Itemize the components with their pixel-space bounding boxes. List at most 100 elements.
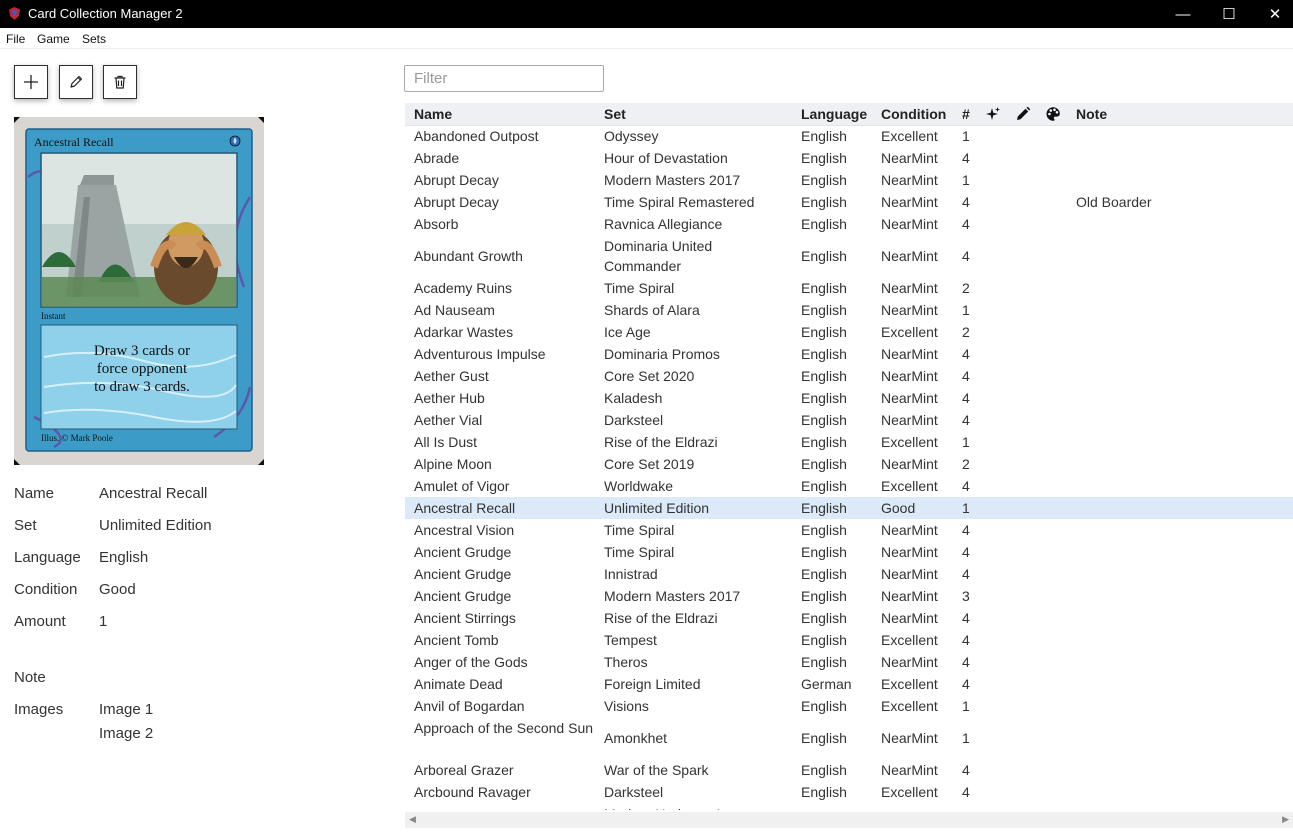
table-row[interactable]: Ancient Stirrings Rise of the Eldrazi Engl… bbox=[405, 607, 1293, 629]
card-art-artist: Illus. © Mark Poole bbox=[41, 433, 113, 443]
table-row[interactable]: Absorb Ravnica Allegiance English NearMint 4 bbox=[405, 213, 1293, 235]
cell-name: Arcbound Ravager bbox=[414, 784, 531, 800]
cell-language: English bbox=[801, 588, 847, 604]
cell-name: Aether Gust bbox=[414, 368, 489, 384]
sparkle-icon[interactable] bbox=[985, 106, 1001, 122]
card-art-rules-1: Draw 3 cards or bbox=[94, 343, 190, 359]
menu-file[interactable]: File bbox=[6, 32, 25, 46]
cell-condition: NearMint bbox=[881, 216, 938, 232]
table-row[interactable]: Amulet of Vigor Worldwake English Excellent… bbox=[405, 475, 1293, 497]
cell-amount: 4 bbox=[962, 762, 970, 778]
add-card-button[interactable] bbox=[14, 65, 48, 99]
palette-icon[interactable] bbox=[1045, 106, 1061, 122]
cell-set: Darksteel bbox=[604, 412, 664, 428]
cell-name: Academy Ruins bbox=[414, 280, 513, 296]
image-link-2[interactable]: Image 2 bbox=[99, 725, 153, 742]
cell-condition: Good bbox=[881, 500, 916, 516]
cell-condition: NearMint bbox=[881, 610, 938, 626]
cell-amount: 1 bbox=[962, 302, 970, 318]
table-row[interactable]: All Is Dust Rise of the Eldrazi English Exc… bbox=[405, 431, 1293, 453]
table-row[interactable]: Approach of the Second Sun Amonkhet Englis… bbox=[405, 717, 1293, 759]
cell-condition: NearMint bbox=[881, 566, 938, 582]
detail-label-images: Images bbox=[14, 701, 64, 718]
table-row[interactable]: Ancient Grudge Innistrad English NearMint 4 bbox=[405, 563, 1293, 585]
cell-name: Abandoned Outpost bbox=[414, 128, 539, 144]
cell-language: English bbox=[801, 762, 847, 778]
table-row[interactable]: Arboreal Grazer War of the Spark English Ne… bbox=[405, 759, 1293, 781]
table-row[interactable]: Anvil of Bogardan Visions English Excellent… bbox=[405, 695, 1293, 717]
table-row[interactable]: Alpine Moon Core Set 2019 English NearMint 2 bbox=[405, 453, 1293, 475]
menu-game[interactable]: Game bbox=[37, 32, 70, 46]
table-row[interactable]: Abrupt Decay Time Spiral Remastered Englis… bbox=[405, 191, 1293, 213]
filter-input[interactable] bbox=[404, 65, 604, 92]
minimize-button[interactable]: — bbox=[1160, 0, 1206, 28]
image-link-1[interactable]: Image 1 bbox=[99, 701, 153, 718]
cell-set: Modern Masters 2017 bbox=[604, 172, 741, 188]
cell-name: Aether Hub bbox=[414, 390, 485, 406]
cell-condition: Excellent bbox=[881, 478, 938, 494]
cell-set: Dominaria Promos bbox=[604, 346, 720, 362]
cell-condition: Excellent bbox=[881, 128, 938, 144]
header-name[interactable]: Name bbox=[414, 106, 452, 122]
header-note[interactable]: Note bbox=[1076, 106, 1107, 122]
delete-card-button[interactable] bbox=[103, 65, 137, 99]
table-row[interactable]: Adventurous Impulse Dominaria Promos Engli… bbox=[405, 343, 1293, 365]
cell-condition: NearMint bbox=[881, 390, 938, 406]
add-icon bbox=[24, 75, 38, 89]
table-row[interactable]: Abrupt Decay Modern Masters 2017 English Ne… bbox=[405, 169, 1293, 191]
card-art-rules-3: to draw 3 cards. bbox=[94, 379, 190, 395]
detail-label-condition: Condition bbox=[14, 581, 78, 598]
table-row[interactable]: Ancient Tomb Tempest English Excellent 4 bbox=[405, 629, 1293, 651]
detail-label-language: Language bbox=[14, 549, 81, 566]
cell-amount: 4 bbox=[962, 478, 970, 494]
table-row[interactable]: Abandoned Outpost Odyssey English Excellent… bbox=[405, 125, 1293, 147]
cell-set: Core Set 2019 bbox=[604, 456, 695, 472]
cell-language: English bbox=[801, 280, 847, 296]
cell-amount: 2 bbox=[962, 456, 970, 472]
table-row[interactable]: Arcbound Ravager Darksteel English Excellen… bbox=[405, 781, 1293, 803]
maximize-button[interactable]: ☐ bbox=[1206, 0, 1252, 28]
cell-name: Ancestral Recall bbox=[414, 500, 516, 516]
cell-language: English bbox=[801, 522, 847, 538]
cell-amount: 2 bbox=[962, 280, 970, 296]
table-row[interactable]: Ancestral Recall Unlimited Edition English… bbox=[405, 497, 1293, 519]
cell-condition: NearMint bbox=[881, 588, 938, 604]
table-row[interactable]: Animate Dead Foreign Limited German Excelle… bbox=[405, 673, 1293, 695]
cell-set: Ravnica Allegiance bbox=[604, 216, 723, 232]
table-row[interactable]: Aether Gust Core Set 2020 English NearMint 4 bbox=[405, 365, 1293, 387]
cell-name: Ancient Stirrings bbox=[414, 610, 516, 626]
close-button[interactable]: ✕ bbox=[1252, 0, 1293, 28]
horizontal-scrollbar[interactable]: ◀ ▶ bbox=[405, 812, 1293, 828]
table-row[interactable]: Ancestral Vision Time Spiral English NearMi… bbox=[405, 519, 1293, 541]
table-row[interactable]: Academy Ruins Time Spiral English NearMint 2 bbox=[405, 277, 1293, 299]
cell-name: Adventurous Impulse bbox=[414, 346, 546, 362]
title-bar: Card Collection Manager 2 — ☐ ✕ bbox=[0, 0, 1293, 28]
table-row[interactable]: Anger of the Gods Theros English NearMint 4 bbox=[405, 651, 1293, 673]
cell-amount: 4 bbox=[962, 632, 970, 648]
edit-card-button[interactable] bbox=[59, 65, 93, 99]
scroll-right-icon[interactable]: ▶ bbox=[1282, 814, 1289, 825]
header-set[interactable]: Set bbox=[604, 106, 626, 122]
header-language[interactable]: Language bbox=[801, 106, 867, 122]
table-row[interactable]: Ancient Grudge Time Spiral English NearMint… bbox=[405, 541, 1293, 563]
table-row[interactable]: Ancient Grudge Modern Masters 2017 English… bbox=[405, 585, 1293, 607]
pencil-icon[interactable] bbox=[1015, 106, 1031, 122]
table-row[interactable]: Adarkar Wastes Ice Age English Excellent 2 bbox=[405, 321, 1293, 343]
cell-amount: 1 bbox=[962, 730, 970, 746]
table-row[interactable]: Abrade Hour of Devastation English NearMint… bbox=[405, 147, 1293, 169]
cell-set: Foreign Limited bbox=[604, 676, 701, 692]
header-amount[interactable]: # bbox=[962, 106, 970, 122]
cell-language: English bbox=[801, 632, 847, 648]
cell-condition: NearMint bbox=[881, 280, 938, 296]
scroll-left-icon[interactable]: ◀ bbox=[409, 814, 416, 825]
header-condition[interactable]: Condition bbox=[881, 106, 946, 122]
cell-name: Ancestral Vision bbox=[414, 522, 515, 538]
table-row[interactable]: Ad Nauseam Shards of Alara English NearMint… bbox=[405, 299, 1293, 321]
table-row[interactable]: Modern Horizons 1 bbox=[405, 803, 1293, 810]
table-row[interactable]: Abundant Growth Dominaria United Commande… bbox=[405, 235, 1293, 277]
menu-sets[interactable]: Sets bbox=[82, 32, 106, 46]
cell-set: Worldwake bbox=[604, 478, 673, 494]
pencil-icon bbox=[70, 75, 83, 88]
table-row[interactable]: Aether Hub Kaladesh English NearMint 4 bbox=[405, 387, 1293, 409]
table-row[interactable]: Aether Vial Darksteel English NearMint 4 bbox=[405, 409, 1293, 431]
